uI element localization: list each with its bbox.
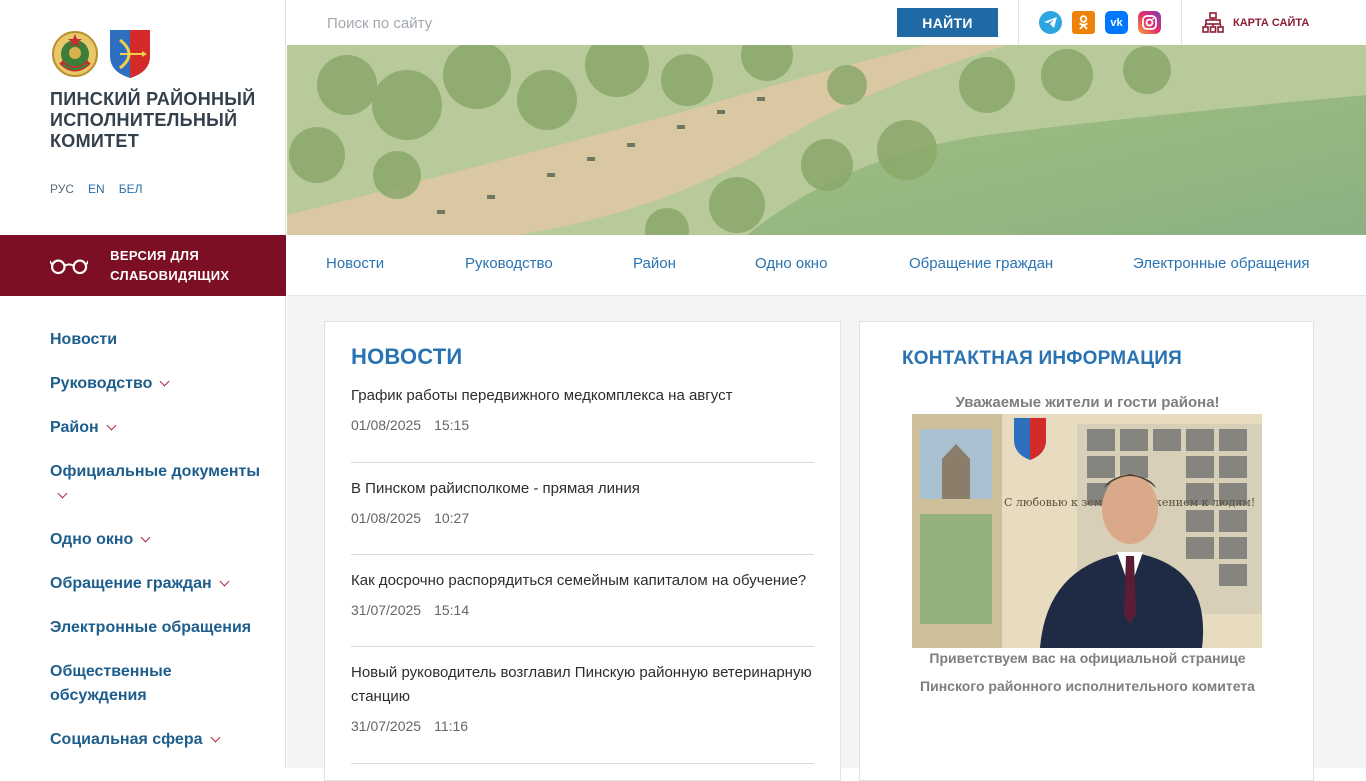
vk-icon[interactable]: vk <box>1105 11 1128 34</box>
welcome-line-2: Пинского районного исполнительного комит… <box>920 678 1255 694</box>
welcome-line-1: Приветствуем вас на официальной странице <box>929 650 1246 666</box>
divider <box>1181 0 1182 45</box>
main-nav: Новости Руководство Район Одно окно Обра… <box>287 235 1366 296</box>
chevron-down-icon <box>219 576 230 587</box>
news-heading[interactable]: НОВОСТИ <box>351 344 462 370</box>
news-item-time: 15:15 <box>434 417 470 433</box>
news-item[interactable]: Как досрочно распорядиться семейным капи… <box>351 569 814 647</box>
nav-electronic-appeals[interactable]: Электронные обращения <box>1133 255 1309 272</box>
state-emblem-icon <box>52 31 98 77</box>
low-vision-version-button[interactable]: ВЕРСИЯ ДЛЯ СЛАБОВИДЯЩИХ <box>0 235 286 296</box>
language-switcher: РУС EN БЕЛ <box>50 182 142 196</box>
news-item-title[interactable]: Новый руководитель возглавил Пинскую рай… <box>351 661 814 709</box>
header-banner-image <box>287 45 1366 235</box>
news-item-title[interactable]: График работы передвижного медкомплекса … <box>351 384 814 408</box>
contact-panel: КОНТАКТНАЯ ИНФОРМАЦИЯ Уважаемые жители и… <box>859 321 1314 781</box>
district-coat-of-arms-icon <box>110 30 150 78</box>
nav-citizen-appeals[interactable]: Обращение граждан <box>909 255 1053 272</box>
search-button[interactable]: НАЙТИ <box>897 8 998 37</box>
contact-greeting: Уважаемые жители и гости района! <box>955 394 1220 411</box>
sidebar-item-one-window[interactable]: Одно окно <box>50 528 270 552</box>
chevron-down-icon <box>140 532 151 543</box>
contact-heading[interactable]: КОНТАКТНАЯ ИНФОРМАЦИЯ <box>902 348 1182 370</box>
news-panel: НОВОСТИ График работы передвижного медко… <box>324 321 841 781</box>
sidebar-item-leadership[interactable]: Руководство <box>50 372 270 396</box>
sidebar-item-public-discussions[interactable]: Общественные обсуждения <box>50 660 270 708</box>
instagram-icon[interactable] <box>1138 11 1161 34</box>
sidebar-item-citizen-appeals[interactable]: Обращение граждан <box>50 572 270 596</box>
news-item-date: 01/08/2025 <box>351 417 422 433</box>
nav-one-window[interactable]: Одно окно <box>755 255 827 272</box>
news-item-title[interactable]: Как досрочно распорядиться семейным капи… <box>351 569 814 593</box>
news-item-time: 15:14 <box>434 602 470 618</box>
news-item[interactable]: График работы передвижного медкомплекса … <box>351 384 814 463</box>
news-item-date: 31/07/2025 <box>351 602 422 618</box>
news-item[interactable]: В Пинском райисполкоме - прямая линия 01… <box>351 477 814 555</box>
search-input[interactable] <box>325 10 849 36</box>
site-title[interactable]: ПИНСКИЙ РАЙОННЫЙ ИСПОЛНИТЕЛЬНЫЙ КОМИТЕТ <box>50 89 270 152</box>
sidebar-item-social-sphere[interactable]: Социальная сфера <box>50 728 270 752</box>
news-item-meta: 31/07/2025 11:16 <box>351 718 814 734</box>
logo[interactable] <box>50 28 152 80</box>
news-item-meta: 01/08/2025 15:15 <box>351 417 814 433</box>
sitemap-icon <box>1202 12 1224 33</box>
chevron-down-icon <box>106 420 117 431</box>
nav-district[interactable]: Район <box>633 255 676 272</box>
top-bar: НАЙТИ vk КАРТА САЙТА <box>287 0 1366 45</box>
nav-leadership[interactable]: Руководство <box>465 255 553 272</box>
sitemap-label: КАРТА САЙТА <box>1233 17 1310 29</box>
sidebar-item-news[interactable]: Новости <box>50 328 270 352</box>
news-item-time: 11:16 <box>434 718 469 734</box>
telegram-icon[interactable] <box>1039 11 1062 34</box>
news-item-date: 01/08/2025 <box>351 510 422 526</box>
chevron-down-icon <box>159 376 170 387</box>
news-item-time: 10:27 <box>434 510 470 526</box>
sidebar-item-electronic-appeals[interactable]: Электронные обращения <box>50 616 270 640</box>
chevron-down-icon <box>57 488 68 499</box>
chevron-down-icon <box>210 732 220 743</box>
low-vision-label: ВЕРСИЯ ДЛЯ СЛАБОВИДЯЩИХ <box>110 247 230 283</box>
sidebar: ПИНСКИЙ РАЙОННЫЙ ИСПОЛНИТЕЛЬНЫЙ КОМИТЕТ … <box>0 0 286 768</box>
sidebar-item-district[interactable]: Район <box>50 416 270 440</box>
sitemap-link[interactable]: КАРТА САЙТА <box>1202 12 1309 34</box>
news-item-title[interactable]: В Пинском райисполкоме - прямая линия <box>351 477 814 501</box>
news-item-date: 31/07/2025 <box>351 718 422 734</box>
sidebar-item-official-documents[interactable]: Официальные документы <box>50 460 270 508</box>
head-of-district-photo: С любовью к земле, с уважением к людям! <box>912 414 1262 648</box>
odnoklassniki-icon[interactable] <box>1072 11 1095 34</box>
sidebar-nav: Новости Руководство Район Официальные до… <box>50 328 270 772</box>
nav-news[interactable]: Новости <box>326 255 384 272</box>
news-item-meta: 31/07/2025 15:14 <box>351 602 814 618</box>
glasses-icon <box>50 259 89 274</box>
divider <box>1018 0 1019 45</box>
news-item-meta: 01/08/2025 10:27 <box>351 510 814 526</box>
lang-by[interactable]: БЕЛ <box>119 182 143 196</box>
news-item[interactable]: Новый руководитель возглавил Пинскую рай… <box>351 661 814 764</box>
lang-ru[interactable]: РУС <box>50 182 74 196</box>
content-area: НОВОСТИ График работы передвижного медко… <box>287 296 1366 781</box>
lang-en[interactable]: EN <box>88 182 105 196</box>
